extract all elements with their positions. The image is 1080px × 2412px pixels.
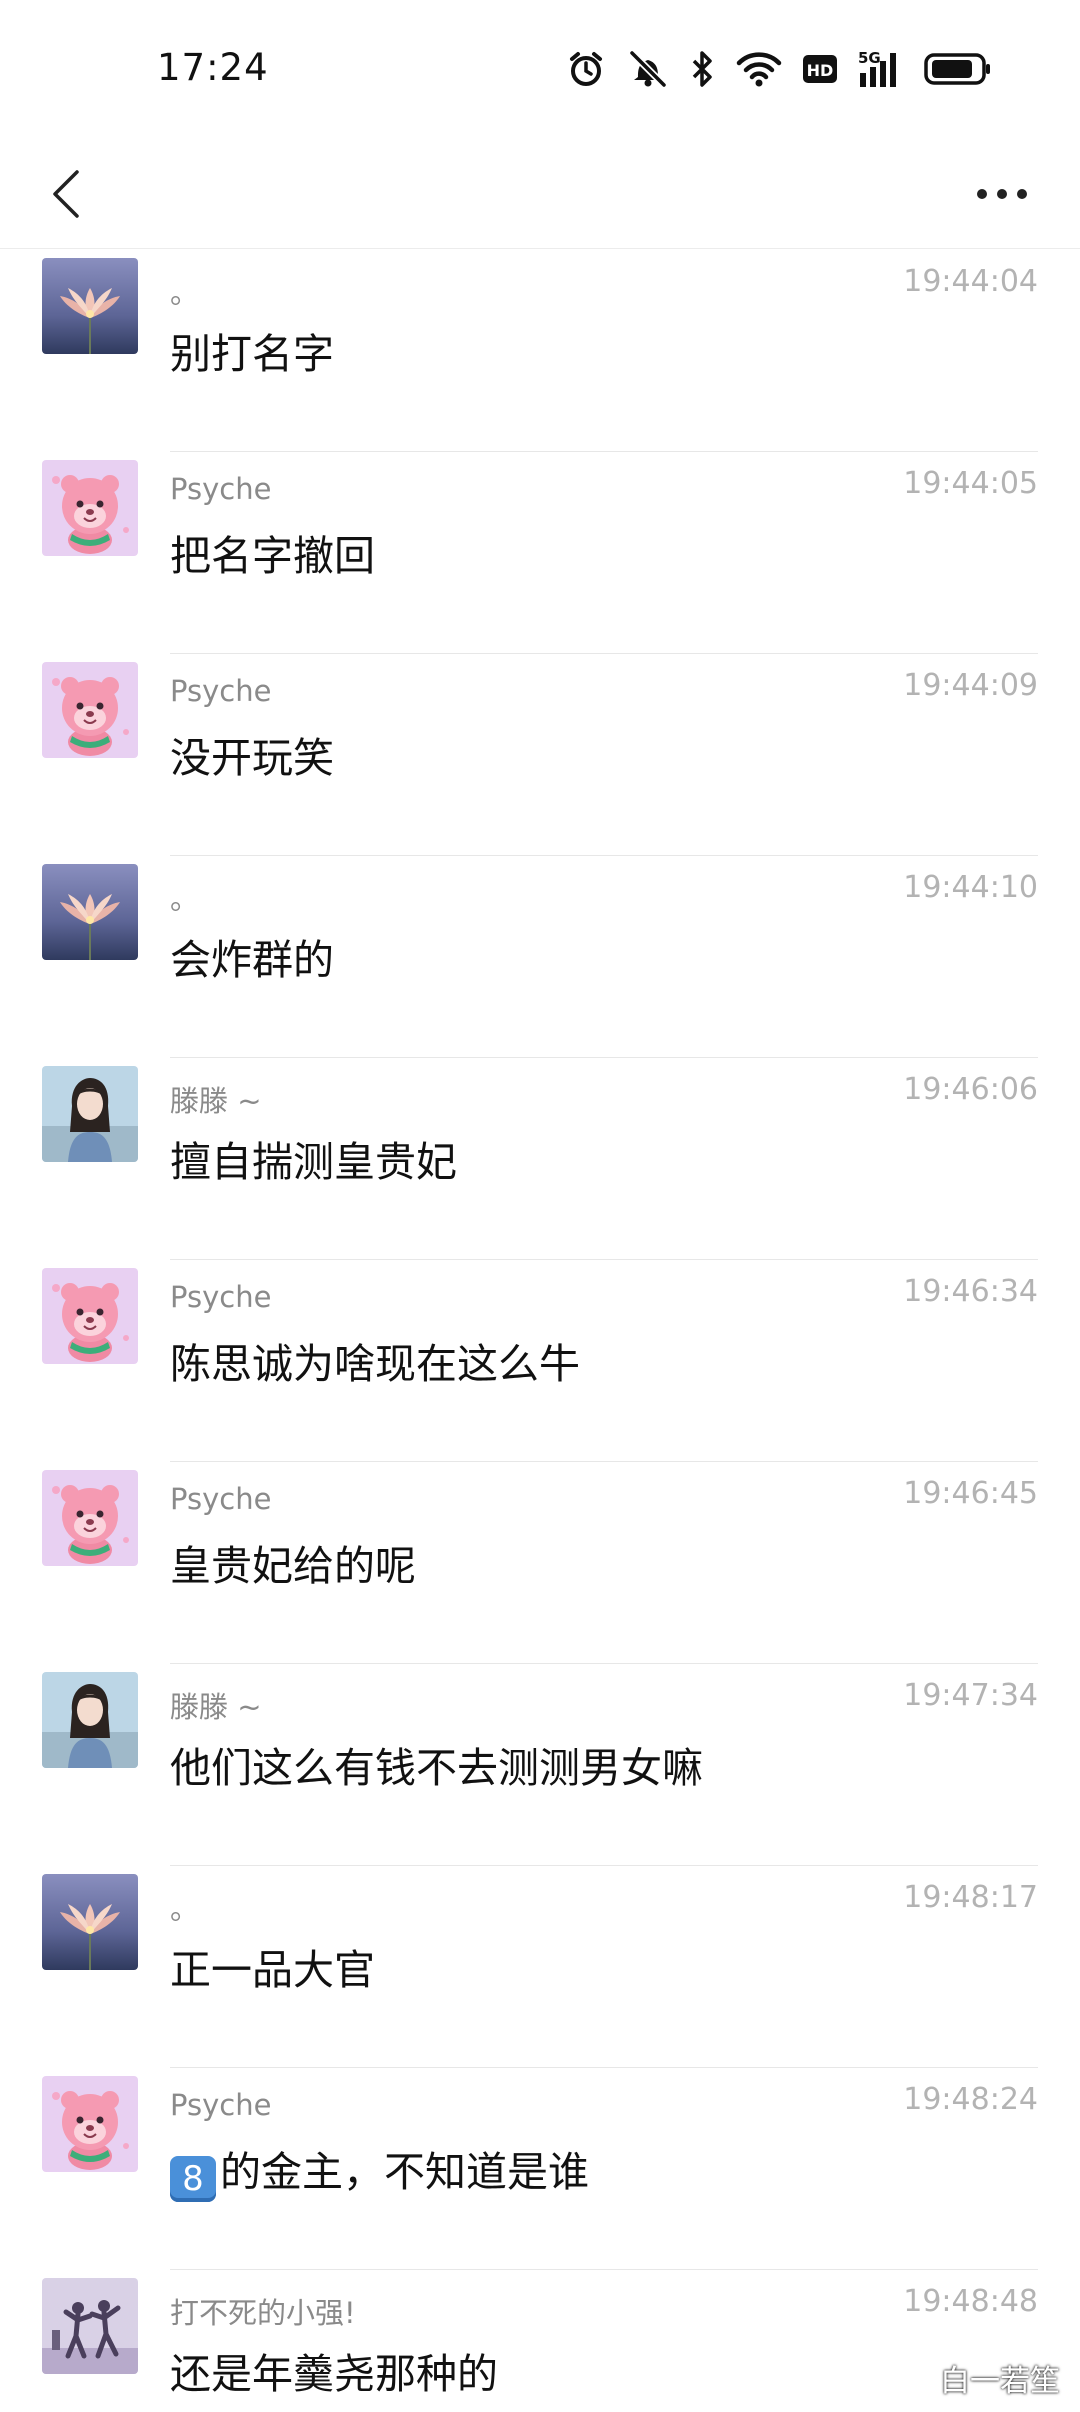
sender-name: 滕滕 ~ [170, 1084, 262, 1118]
message-time: 19:48:17 [903, 1880, 1038, 1915]
alarm-icon [566, 49, 606, 89]
message-text-body: 还是年羹尧那种的 [170, 2350, 498, 2398]
watermark: 白一若笙 [940, 2364, 1060, 2399]
status-icons: HD 5G [566, 44, 992, 94]
status-bar: 17:24 HD 5G [0, 0, 1080, 140]
message-text-body: 正一品大官 [170, 1946, 375, 1994]
message-list[interactable]: 。 19:44:04 别打名字 Psyche 19:44:05 把名字撤回 Psyche… [0, 250, 1080, 2412]
message-item[interactable]: 滕滕 ~ 19:47:34 他们这么有钱不去测测男女嘛 [0, 1664, 1080, 1866]
message-item[interactable]: Psyche 19:46:45 皇贵妃给的呢 [0, 1462, 1080, 1664]
back-chevron-icon [53, 170, 79, 218]
message-text: 他们这么有钱不去测测男女嘛 [170, 1734, 703, 1794]
message-time: 19:44:09 [903, 668, 1038, 703]
message-text-body: 的金主，不知道是谁 [220, 2148, 589, 2196]
message-text-body: 会炸群的 [170, 936, 334, 984]
message-time: 19:46:45 [903, 1476, 1038, 1511]
avatar[interactable] [42, 1268, 138, 1364]
message-text-body: 陈思诚为啥现在这么牛 [170, 1340, 580, 1388]
more-options-button[interactable] [962, 154, 1042, 234]
message-time: 19:44:05 [903, 466, 1038, 501]
message-text: 别打名字 [170, 320, 334, 380]
hd-icon: HD [802, 54, 838, 84]
sender-name: Psyche [170, 674, 272, 708]
sender-name: Psyche [170, 1280, 272, 1314]
message-time: 19:46:34 [903, 1274, 1038, 1309]
muted-bell-icon [626, 49, 670, 89]
avatar[interactable] [42, 1470, 138, 1566]
message-text: 皇贵妃给的呢 [170, 1532, 416, 1592]
wifi-icon [736, 49, 782, 89]
sender-name: 。 [170, 882, 200, 916]
message-time: 19:44:04 [903, 264, 1038, 299]
chat-header [0, 140, 1080, 249]
message-time: 19:46:06 [903, 1072, 1038, 1107]
message-item[interactable]: 。 19:44:10 会炸群的 [0, 856, 1080, 1058]
bluetooth-icon [690, 49, 716, 89]
avatar[interactable] [42, 662, 138, 758]
message-text: 陈思诚为啥现在这么牛 [170, 1330, 580, 1390]
message-time: 19:48:24 [903, 2082, 1038, 2117]
message-item[interactable]: Psyche 19:48:24 8 的金主，不知道是谁 [0, 2068, 1080, 2270]
message-item[interactable]: 。 19:48:17 正一品大官 [0, 1866, 1080, 2068]
message-text-body: 把名字撤回 [170, 532, 375, 580]
sender-name: Psyche [170, 2088, 272, 2122]
message-item[interactable]: 打不死的小强! 19:48:48 还是年羹尧那种的 [0, 2270, 1080, 2412]
message-item[interactable]: 滕滕 ~ 19:46:06 擅自揣测皇贵妃 [0, 1058, 1080, 1260]
message-time: 19:47:34 [903, 1678, 1038, 1713]
message-text: 会炸群的 [170, 926, 334, 986]
avatar[interactable] [42, 2278, 138, 2374]
keycap-emoji: 8 [170, 2156, 216, 2202]
sender-name: 。 [170, 276, 200, 310]
message-text: 8 的金主，不知道是谁 [170, 2138, 589, 2202]
back-button[interactable] [30, 154, 100, 234]
status-time: 17:24 [157, 46, 269, 89]
hd-label: HD [807, 61, 834, 80]
sender-name: Psyche [170, 1482, 272, 1516]
message-text: 把名字撤回 [170, 522, 375, 582]
sender-name: 滕滕 ~ [170, 1690, 262, 1724]
more-dots-icon [977, 189, 1027, 199]
message-item[interactable]: 。 19:44:04 别打名字 [0, 250, 1080, 452]
message-item[interactable]: Psyche 19:44:09 没开玩笑 [0, 654, 1080, 856]
message-time: 19:48:48 [903, 2284, 1038, 2319]
message-text: 没开玩笑 [170, 724, 334, 784]
sender-name: 。 [170, 1892, 200, 1926]
message-text-body: 皇贵妃给的呢 [170, 1542, 416, 1590]
network-label: 5G [858, 49, 881, 67]
avatar[interactable] [42, 2076, 138, 2172]
message-text-body: 他们这么有钱不去测测男女嘛 [170, 1744, 703, 1792]
message-text: 擅自揣测皇贵妃 [170, 1128, 457, 1188]
message-text: 正一品大官 [170, 1936, 375, 1996]
avatar[interactable] [42, 1672, 138, 1768]
message-item[interactable]: Psyche 19:44:05 把名字撤回 [0, 452, 1080, 654]
message-text-body: 没开玩笑 [170, 734, 334, 782]
battery-icon [924, 51, 992, 87]
sender-name: 打不死的小强! [170, 2296, 356, 2330]
message-time: 19:44:10 [903, 870, 1038, 905]
avatar[interactable] [42, 864, 138, 960]
sender-name: Psyche [170, 472, 272, 506]
avatar[interactable] [42, 1066, 138, 1162]
avatar[interactable] [42, 460, 138, 556]
signal-5g-icon: 5G [858, 49, 904, 89]
message-text-body: 别打名字 [170, 330, 334, 378]
message-text: 还是年羹尧那种的 [170, 2340, 498, 2400]
message-text-body: 擅自揣测皇贵妃 [170, 1138, 457, 1186]
avatar[interactable] [42, 1874, 138, 1970]
avatar[interactable] [42, 258, 138, 354]
message-item[interactable]: Psyche 19:46:34 陈思诚为啥现在这么牛 [0, 1260, 1080, 1462]
